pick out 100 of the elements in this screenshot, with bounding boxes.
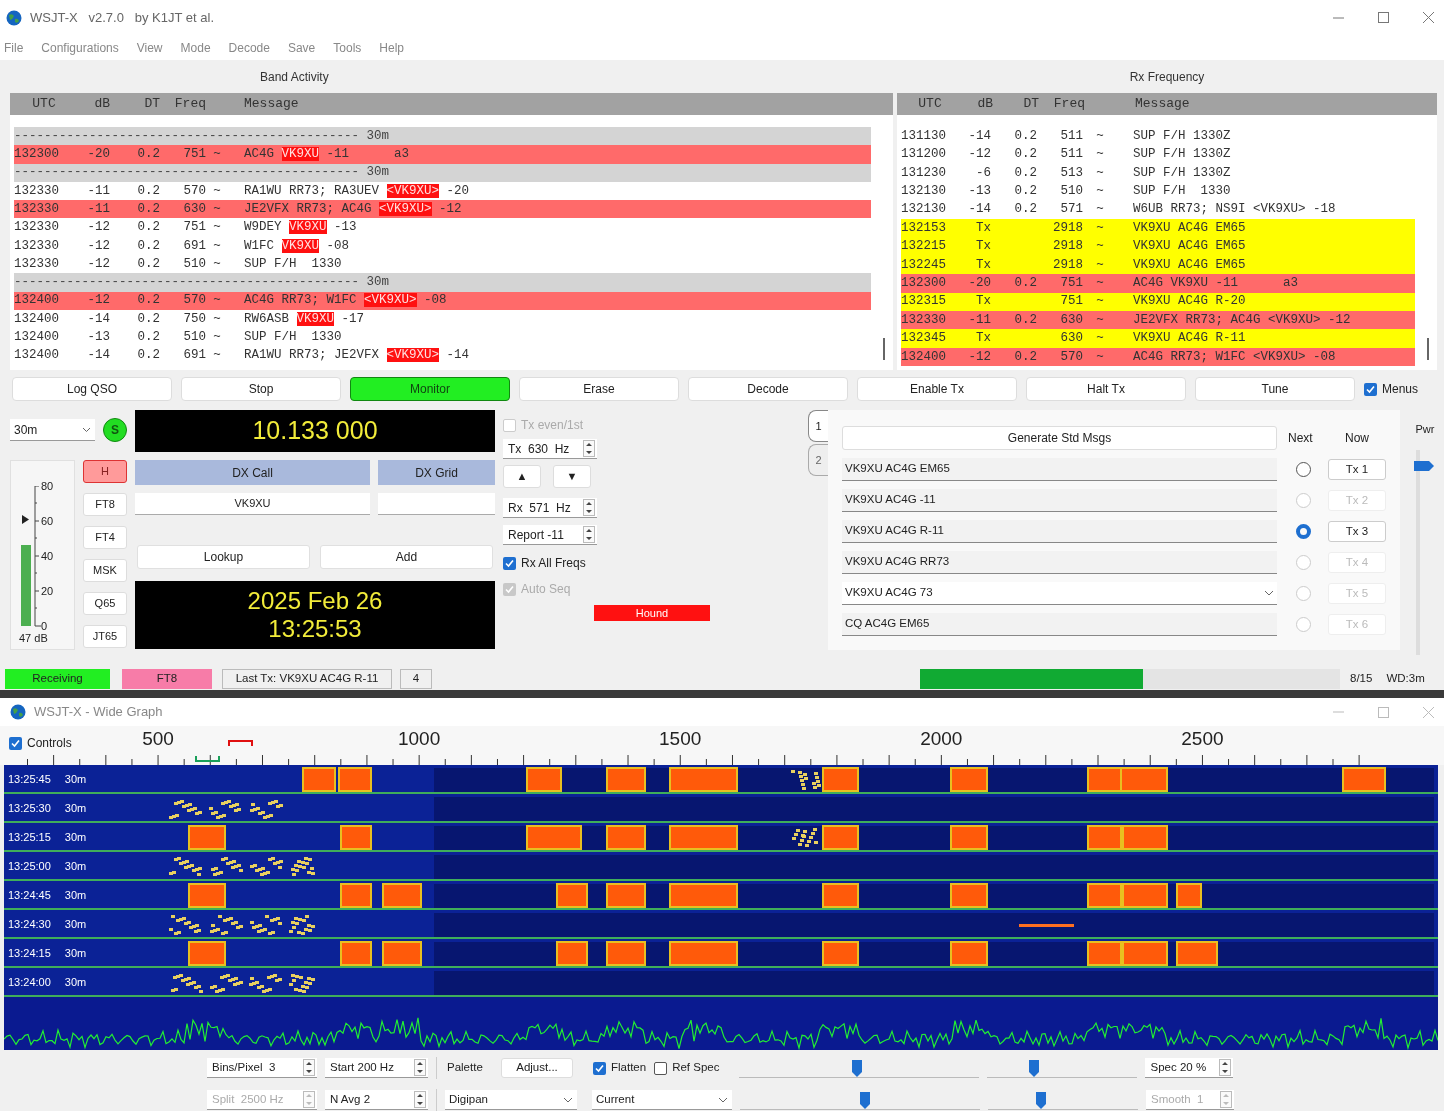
spin-box[interactable]: Bins/Pixel 3 xyxy=(207,1058,317,1078)
spin-box[interactable]: Spec 20 % xyxy=(1145,1058,1234,1078)
checkbox[interactable] xyxy=(654,1061,668,1075)
checkbox[interactable] xyxy=(503,556,516,570)
column-header[interactable]: dB xyxy=(74,94,110,114)
menu-item[interactable]: Help xyxy=(379,38,404,57)
column-header[interactable]: Message xyxy=(244,94,299,114)
scrollbar-thumb[interactable] xyxy=(1427,338,1429,360)
decode-row[interactable]: 132300 -20 0.2 751 ~ AC4G VK9XU -11 a3 xyxy=(14,145,871,164)
spin-arrows-icon[interactable] xyxy=(583,526,595,543)
mode-button[interactable]: H xyxy=(83,460,127,483)
mode-button[interactable]: FT8 xyxy=(83,493,127,516)
slider-thumb[interactable] xyxy=(1029,1060,1039,1077)
menu-item[interactable]: Tools xyxy=(333,38,362,57)
spin-arrows-icon[interactable] xyxy=(303,1059,315,1076)
adjust-button[interactable]: Adjust... xyxy=(501,1058,573,1078)
decode-row[interactable]: 132300 -20 0.2 751 ~ AC4G VK9XU -11 a3 xyxy=(901,274,1415,293)
band-label: 30m xyxy=(64,946,87,962)
decode-row[interactable]: 132330 -11 0.2 630 ~ JE2VFX RR73; AC4G <VK9XU> -12 xyxy=(14,200,871,219)
band-select[interactable]: 30m xyxy=(10,419,95,441)
arrow-button[interactable]: ▼ xyxy=(553,465,591,488)
arrow-button[interactable]: ▲ xyxy=(503,465,541,488)
control-button[interactable]: Tune xyxy=(1195,377,1355,401)
utc-cell-text: 132315 xyxy=(901,293,947,311)
tx-button[interactable]: Tx 3 xyxy=(1328,521,1386,542)
control-button[interactable]: Halt Tx xyxy=(1026,377,1186,401)
lookup-button[interactable]: Lookup xyxy=(137,545,310,569)
decode-row[interactable]: 132345 Tx 630 ~ VK9XU AC4G R-11 xyxy=(901,329,1415,348)
message-field[interactable]: VK9XU AC4G -11 xyxy=(842,489,1277,512)
spin-arrows-icon[interactable] xyxy=(414,1091,426,1108)
dx-call-field[interactable]: VK9XU xyxy=(135,493,370,515)
close-icon[interactable] xyxy=(1423,12,1434,23)
generate-button[interactable]: Generate Std Msgs xyxy=(842,426,1277,450)
spin-box[interactable]: Tx 630 Hz xyxy=(503,439,597,459)
message-field[interactable]: CQ AC4G EM65 xyxy=(842,613,1277,636)
slider-track[interactable] xyxy=(988,1090,1138,1110)
dropdown[interactable]: Current xyxy=(592,1090,732,1110)
control-button[interactable]: Enable Tx xyxy=(857,377,1017,401)
checkbox[interactable] xyxy=(593,1061,606,1075)
control-button[interactable]: Monitor xyxy=(350,377,510,401)
mode-button[interactable]: JT65 xyxy=(83,625,127,648)
menu-item[interactable]: Configurations xyxy=(41,38,119,57)
menu-item[interactable]: File xyxy=(4,38,24,57)
decode-row[interactable]: 132215 Tx 2918 ~ VK9XU AC4G EM65 xyxy=(901,237,1415,256)
spin-arrows-icon[interactable] xyxy=(414,1059,426,1076)
slider-track[interactable] xyxy=(987,1058,1138,1078)
column-header[interactable]: UTC xyxy=(903,94,957,114)
message-field[interactable]: VK9XU AC4G EM65 xyxy=(842,458,1277,481)
add-button[interactable]: Add xyxy=(320,545,493,569)
menu-item[interactable]: Mode xyxy=(180,38,211,57)
checkbox[interactable] xyxy=(9,736,22,750)
control-button[interactable]: Log QSO xyxy=(12,377,172,401)
column-header[interactable]: DT xyxy=(110,94,160,114)
slider-track[interactable] xyxy=(739,1058,980,1078)
tab[interactable]: 2 xyxy=(808,444,828,476)
freq-cell-text: 2918 xyxy=(1052,219,1083,237)
column-header[interactable]: UTC xyxy=(14,94,74,114)
menu-item[interactable]: Decode xyxy=(228,38,270,57)
slider-track[interactable] xyxy=(740,1090,980,1110)
checkbox[interactable] xyxy=(1364,382,1377,396)
message-field[interactable]: VK9XU AC4G R-11 xyxy=(842,520,1277,543)
menu-item[interactable]: View xyxy=(136,38,163,57)
slider-thumb[interactable] xyxy=(859,1092,870,1109)
dt-cell-text: 0.2 xyxy=(1013,146,1037,164)
spin-arrows-icon[interactable] xyxy=(583,499,595,516)
slider-thumb[interactable] xyxy=(1414,460,1434,471)
column-header[interactable]: Freq xyxy=(160,94,206,114)
radio-button[interactable] xyxy=(1296,462,1311,477)
scrollbar-thumb[interactable] xyxy=(883,338,885,360)
maximize-icon[interactable] xyxy=(1378,12,1389,23)
column-header[interactable]: Message xyxy=(1135,94,1190,114)
dt-cell-text: 0.2 xyxy=(136,200,160,218)
slider-thumb[interactable] xyxy=(852,1060,863,1077)
column-header[interactable]: dB xyxy=(957,94,993,114)
dx-grid-field[interactable] xyxy=(378,493,495,515)
mode-button[interactable]: Q65 xyxy=(83,592,127,615)
mode-button[interactable]: MSK xyxy=(83,559,127,582)
tab[interactable]: 1 xyxy=(808,410,828,442)
freq-cell-text: 751 xyxy=(1059,274,1083,292)
control-button[interactable]: Erase xyxy=(519,377,679,401)
spin-box[interactable]: Report -11 xyxy=(503,525,597,545)
power-slider[interactable] xyxy=(1414,449,1436,655)
spin-box[interactable]: N Avg 2 xyxy=(325,1090,428,1110)
slider-thumb[interactable] xyxy=(1035,1092,1046,1109)
dx-grid-label: DX Grid xyxy=(378,460,495,485)
spin-box[interactable]: Start 200 Hz xyxy=(325,1058,428,1078)
dropdown[interactable]: Digipan xyxy=(445,1090,577,1110)
message-field[interactable]: VK9XU AC4G RR73 xyxy=(842,551,1277,574)
control-button[interactable]: Stop xyxy=(181,377,341,401)
menu-item[interactable]: Save xyxy=(287,38,316,57)
spin-arrows-icon[interactable] xyxy=(1219,1059,1232,1076)
column-header[interactable]: Freq xyxy=(1039,94,1085,114)
tx-button[interactable]: Tx 1 xyxy=(1328,459,1386,480)
spin-box[interactable]: Rx 571 Hz xyxy=(503,498,597,518)
message-field[interactable]: VK9XU AC4G 73 xyxy=(842,582,1277,605)
column-header[interactable]: DT xyxy=(993,94,1039,114)
mode-button[interactable]: FT4 xyxy=(83,526,127,549)
control-button[interactable]: Decode xyxy=(688,377,848,401)
spin-arrows-icon[interactable] xyxy=(583,440,595,457)
radio-button[interactable] xyxy=(1296,524,1311,539)
